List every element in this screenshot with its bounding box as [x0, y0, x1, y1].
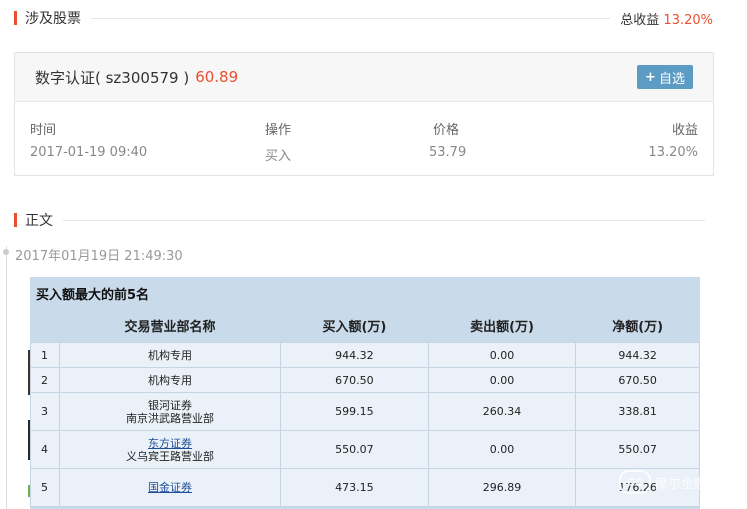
buy-amount: 670.50 [280, 367, 429, 393]
row-index: 2 [30, 367, 60, 393]
net-amount: 550.07 [575, 430, 700, 469]
article-table-image: 买入额最大的前5名 交易营业部名称 买入额(万) 卖出额(万) 净额(万) 1 … [30, 277, 700, 509]
trade-operation: 买入 [265, 149, 292, 164]
table-caption: 买入额最大的前5名 [36, 288, 150, 303]
total-return-value: 13.20% [663, 12, 713, 28]
buy-amount: 599.15 [280, 392, 429, 431]
buy-amount: 550.07 [280, 430, 429, 469]
broker-link[interactable]: 东方证券 [60, 437, 280, 450]
header-price: 价格 [433, 123, 460, 138]
trade-time: 2017-01-19 09:40 [30, 145, 148, 160]
broker-name: 机构专用 [58, 342, 282, 368]
table-row: 5 国金证券 473.15 296.89 176.26 [30, 468, 700, 507]
stock-card-header: 数字认证( sz300579 ) 60.89 + 自选 [15, 53, 713, 102]
stock-price: 60.89 [195, 68, 239, 86]
section-divider [91, 17, 611, 19]
buy-amount: 944.32 [280, 342, 429, 368]
section-marker [14, 213, 17, 227]
top5-buy-table: 交易营业部名称 买入额(万) 卖出额(万) 净额(万) 1 机构专用 944.3… [30, 309, 700, 507]
broker-cell: 东方证券 义乌宾王路营业部 [58, 430, 282, 469]
net-amount: 338.81 [575, 392, 700, 431]
timeline-line [6, 246, 7, 509]
trade-return: 13.20% [648, 145, 698, 160]
plus-icon: + [645, 69, 656, 85]
broker-name: 机构专用 [58, 367, 282, 393]
stock-name[interactable]: 数字认证( sz300579 ) [35, 67, 189, 88]
broker-link[interactable]: 国金证券 [60, 481, 280, 494]
table-row: 3 银河证券 南京洪武路营业部 599.15 260.34 338.81 [30, 392, 700, 431]
row-index: 4 [30, 430, 60, 469]
buy-amount: 473.15 [280, 468, 429, 507]
row-index: 3 [30, 392, 60, 431]
col-index [31, 309, 60, 343]
add-watchlist-button[interactable]: + 自选 [637, 65, 693, 89]
row-index: 5 [30, 468, 60, 507]
table-row: 2 机构专用 670.50 0.00 670.50 [30, 367, 700, 393]
post-timestamp: 2017年01月19日 21:49:30 [15, 249, 183, 264]
broker-branch: 南京洪武路营业部 [126, 411, 215, 425]
stocks-section-title: 涉及股票 [25, 11, 81, 27]
net-amount: 944.32 [575, 342, 700, 368]
table-row: 4 东方证券 义乌宾王路营业部 550.07 0.00 550.07 [30, 430, 700, 469]
sell-amount: 296.89 [427, 468, 577, 507]
broker-name: 银河证券 [148, 398, 193, 412]
body-section-header: 正文 [14, 210, 715, 230]
watermark-logo-icon: CC [618, 470, 651, 494]
sell-amount: 0.00 [427, 367, 577, 393]
header-operation: 操作 [265, 123, 292, 138]
sell-amount: 0.00 [427, 342, 577, 368]
body-section-title: 正文 [25, 213, 53, 229]
sell-amount: 0.00 [427, 430, 577, 469]
broker-cell: 银河证券 南京洪武路营业部 [58, 392, 282, 431]
col-sell: 卖出额(万) [470, 320, 534, 335]
stock-card: 数字认证( sz300579 ) 60.89 + 自选 时间 操作 价格 收益 … [14, 52, 714, 176]
section-marker [14, 11, 17, 25]
col-buy: 买入额(万) [322, 320, 387, 335]
col-broker: 交易营业部名称 [124, 320, 216, 335]
table-row: 1 机构专用 944.32 0.00 944.32 [30, 342, 700, 368]
sell-amount: 260.34 [427, 392, 577, 431]
col-net: 净额(万) [612, 320, 664, 335]
timeline-dot [3, 249, 9, 255]
row-index: 1 [30, 342, 60, 368]
watermark: CC 摩尔金融 [618, 470, 707, 494]
broker-branch: 义乌宾王路营业部 [126, 449, 215, 463]
net-amount: 670.50 [575, 367, 700, 393]
stocks-section-header: 涉及股票 总收益 13.20% [14, 8, 713, 28]
watermark-text: 摩尔金融 [654, 476, 707, 492]
total-return-label: 总收益 [620, 12, 660, 28]
broker-cell: 国金证券 [58, 468, 282, 507]
section-divider [63, 219, 705, 221]
header-time: 时间 [30, 123, 57, 138]
add-watchlist-label: 自选 [658, 71, 685, 87]
total-return: 总收益 13.20% [620, 9, 713, 28]
header-return: 收益 [671, 123, 698, 138]
trade-price: 53.79 [429, 145, 467, 160]
